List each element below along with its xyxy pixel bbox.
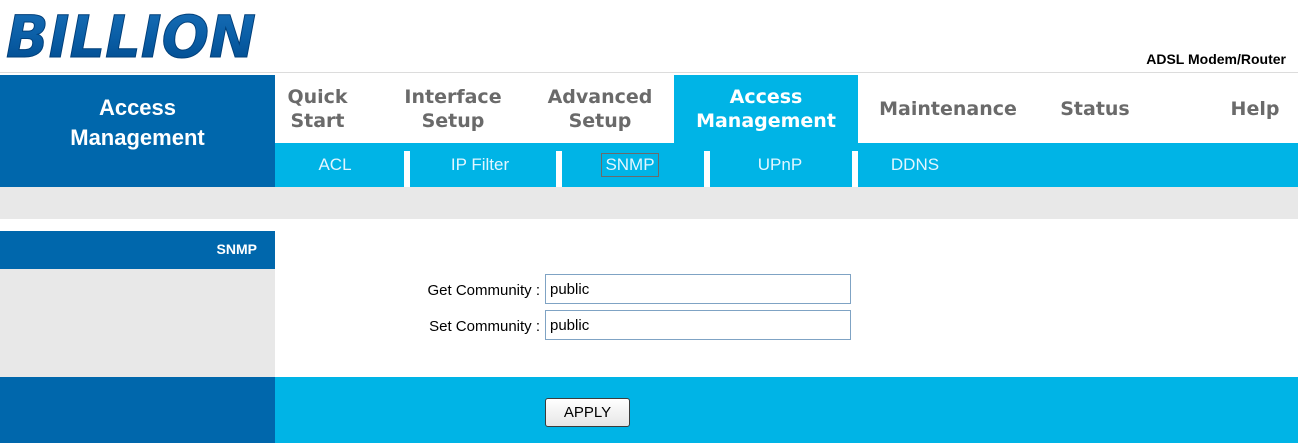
subnav-acl[interactable]: ACL [305,151,365,179]
subnav-label: SNMP [601,153,659,177]
nav-help[interactable]: Help [1220,75,1290,143]
nav-label: Status [1060,98,1130,120]
set-community-input[interactable] [545,310,851,340]
nav-label: Interface [404,86,502,108]
page-section-title-line2: Management [70,125,205,150]
footer-bar [275,377,1298,443]
nav-access-management[interactable]: Access Management [674,75,858,143]
subnav-ip-filter[interactable]: IP Filter [425,151,535,179]
nav-label: Advanced [547,86,653,108]
nav-quick-start[interactable]: Quick Start [275,75,360,143]
set-community-label: Set Community : [429,318,540,335]
subnav-separator [852,151,858,187]
page-section-title: Access Management [0,75,275,187]
section-label: SNMP [216,241,257,257]
product-name: ADSL Modem/Router [1146,51,1286,67]
subnav-snmp[interactable]: SNMP [585,151,675,179]
left-panel [0,269,275,377]
nav-status[interactable]: Status [1045,75,1145,143]
page-section-title-line1: Access [98,95,177,120]
section-header: SNMP [0,231,275,269]
header-divider [0,72,1298,73]
sub-nav: ACL IP Filter SNMP UPnP DDNS [275,143,1298,187]
nav-maintenance[interactable]: Maintenance [868,75,1028,143]
subnav-separator [704,151,710,187]
subnav-label: IP Filter [450,155,510,174]
get-community-input[interactable] [545,274,851,304]
nav-label: Management [696,110,836,132]
nav-label: Setup [421,110,485,132]
nav-label: Setup [568,110,632,132]
svg-text:BILLION: BILLION [6,3,256,65]
left-footer [0,377,275,443]
nav-label: Quick [287,86,348,108]
subnav-label: UPnP [757,155,803,174]
subnav-label: DDNS [890,155,940,174]
get-community-label: Get Community : [427,282,540,299]
nav-label: Access [729,86,803,108]
nav-label: Start [290,110,345,132]
subnav-label: ACL [318,155,352,174]
nav-label: Help [1230,98,1280,120]
billion-logo: BILLION [4,3,262,72]
apply-button[interactable]: APPLY [545,398,630,427]
spacer-bar [0,187,1298,219]
subnav-ddns[interactable]: DDNS [875,151,955,179]
subnav-upnp[interactable]: UPnP [735,151,825,179]
nav-label: Maintenance [879,98,1017,120]
subnav-separator [404,151,410,187]
subnav-separator [556,151,562,187]
nav-advanced-setup[interactable]: Advanced Setup [535,75,665,143]
nav-interface-setup[interactable]: Interface Setup [393,75,513,143]
main-nav: Quick Start Interface Setup Advanced Setup … [275,75,1298,143]
